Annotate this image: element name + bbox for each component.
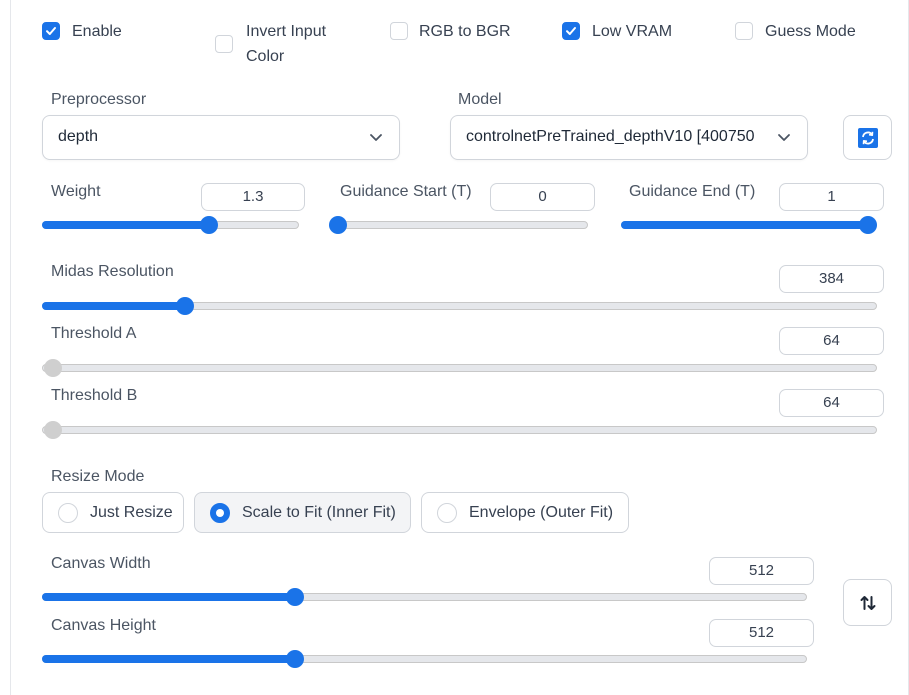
model-value: controlnetPreTrained_depthV10 [400750	[466, 128, 755, 145]
chevron-down-icon	[778, 134, 790, 141]
model-label: Model	[458, 91, 502, 108]
threshold-b-label: Threshold B	[51, 387, 138, 404]
slider-thumb	[43, 359, 62, 377]
threshold-b-slider	[42, 421, 877, 439]
check-icon	[566, 27, 576, 35]
midas-resolution-slider[interactable]	[42, 297, 877, 315]
preprocessor-dropdown[interactable]: depth	[42, 115, 400, 160]
canvas-height-label: Canvas Height	[51, 617, 156, 634]
guidance-end-label: Guidance End (T)	[629, 183, 756, 200]
threshold-a-label: Threshold A	[51, 325, 137, 342]
guidance-start-input[interactable]: 0	[490, 183, 595, 211]
invert-label-line2: Color	[246, 48, 285, 65]
midas-resolution-label: Midas Resolution	[51, 263, 174, 280]
weight-slider[interactable]	[42, 216, 299, 234]
checkbox-box[interactable]	[390, 22, 408, 40]
midas-resolution-input[interactable]: 384	[779, 265, 884, 293]
radio-label: Just Resize	[90, 503, 173, 521]
resize-mode-label: Resize Mode	[51, 468, 145, 485]
low-vram-label: Low VRAM	[592, 23, 673, 40]
slider-fill	[621, 221, 875, 229]
chevron-down-icon	[370, 134, 382, 141]
slider-fill	[42, 593, 294, 601]
guidance-end-input[interactable]: 1	[779, 183, 884, 211]
rgb-to-bgr-label: RGB to BGR	[419, 23, 511, 40]
slider-thumb[interactable]	[859, 216, 878, 234]
rgb-to-bgr-checkbox[interactable]: RGB to BGR	[390, 19, 511, 44]
canvas-height-slider[interactable]	[42, 650, 807, 668]
invert-label-line1: Invert Input	[246, 23, 327, 40]
radio-circle[interactable]	[437, 502, 457, 523]
swap-dimensions-button[interactable]	[843, 579, 892, 626]
checkbox-box[interactable]	[42, 22, 60, 40]
guess-mode-label: Guess Mode	[765, 23, 856, 40]
canvas-width-input[interactable]: 512	[709, 557, 814, 585]
radio-label: Envelope (Outer Fit)	[469, 503, 614, 521]
slider-thumb[interactable]	[199, 216, 218, 234]
checkbox-box[interactable]	[215, 35, 233, 53]
canvas-height-input[interactable]: 512	[709, 619, 814, 647]
refresh-models-button[interactable]	[843, 115, 892, 160]
preprocessor-value: depth	[58, 128, 99, 145]
low-vram-checkbox[interactable]: Low VRAM	[562, 19, 672, 44]
weight-label: Weight	[51, 183, 101, 200]
threshold-b-input: 64	[779, 389, 884, 417]
guidance-start-label: Guidance Start (T)	[340, 183, 472, 200]
enable-label: Enable	[72, 23, 122, 40]
slider-fill	[42, 221, 208, 229]
panel-border-left	[10, 0, 11, 695]
guidance-end-slider[interactable]	[621, 216, 878, 234]
checkbox-box[interactable]	[562, 22, 580, 40]
guidance-start-slider[interactable]	[329, 216, 588, 234]
radio-label: Scale to Fit (Inner Fit)	[242, 503, 396, 521]
check-icon	[46, 27, 56, 35]
radio-circle[interactable]	[58, 502, 78, 523]
preprocessor-label: Preprocessor	[51, 91, 147, 108]
model-dropdown[interactable]: controlnetPreTrained_depthV10 [400750	[450, 115, 808, 160]
invert-input-color-checkbox[interactable]: Invert Input Color	[215, 19, 326, 69]
threshold-a-input: 64	[779, 327, 884, 355]
slider-fill	[42, 655, 294, 663]
refresh-icon	[857, 127, 878, 148]
checkbox-box[interactable]	[735, 22, 753, 40]
slider-thumb[interactable]	[285, 650, 304, 668]
slider-thumb[interactable]	[329, 216, 348, 234]
guess-mode-checkbox[interactable]: Guess Mode	[735, 19, 856, 44]
swap-vertical-icon	[860, 595, 875, 610]
threshold-a-slider	[42, 359, 877, 377]
radio-just-resize[interactable]: Just Resize	[42, 492, 184, 533]
enable-checkbox[interactable]: Enable	[42, 19, 122, 44]
weight-input[interactable]: 1.3	[201, 183, 305, 211]
slider-thumb	[43, 421, 62, 439]
slider-fill	[42, 302, 184, 310]
slider-thumb[interactable]	[175, 297, 194, 315]
slider-thumb[interactable]	[285, 588, 304, 606]
canvas-width-slider[interactable]	[42, 588, 807, 606]
canvas-width-label: Canvas Width	[51, 555, 151, 572]
radio-scale-to-fit[interactable]: Scale to Fit (Inner Fit)	[194, 492, 411, 533]
radio-circle[interactable]	[210, 502, 230, 523]
radio-envelope[interactable]: Envelope (Outer Fit)	[421, 492, 629, 533]
